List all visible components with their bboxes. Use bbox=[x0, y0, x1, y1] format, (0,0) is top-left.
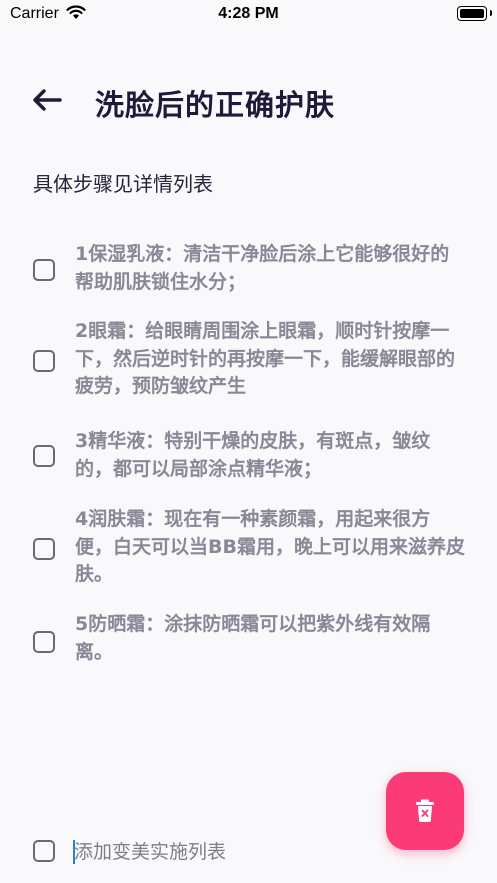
list-item: 1保湿乳液：清洁干净脸后涂上它能够很好的帮助肌肤锁住水分； bbox=[0, 230, 497, 320]
subtitle: 具体步骤见详情列表 bbox=[33, 172, 213, 196]
todo-checkbox[interactable] bbox=[33, 631, 55, 653]
todo-checkbox[interactable] bbox=[33, 445, 55, 467]
text-caret bbox=[73, 840, 75, 864]
add-item-input[interactable] bbox=[72, 836, 376, 868]
todo-checkbox[interactable] bbox=[33, 538, 55, 560]
todo-list: 1保湿乳液：清洁干净脸后涂上它能够很好的帮助肌肤锁住水分； 2眼霜：给眼睛周围涂… bbox=[0, 230, 497, 686]
back-button[interactable] bbox=[28, 82, 64, 118]
page-title: 洗脸后的正确护肤 bbox=[95, 88, 336, 122]
list-item: 5防晒霜：涂抹防晒霜可以把紫外线有效隔离。 bbox=[0, 613, 497, 686]
todo-text: 2眼霜：给眼睛周围涂上眼霜，顺时针按摩一下，然后逆时针的再按摩一下，能缓解眼部的… bbox=[75, 320, 456, 397]
todo-text: 4润肤霜：现在有一种素颜霜，用起来很方便，白天可以当BB霜用，晚上可以用来滋养皮… bbox=[75, 508, 465, 585]
status-bar: Carrier 4:28 PM bbox=[0, 0, 497, 30]
trash-icon bbox=[416, 799, 434, 822]
todo-checkbox[interactable] bbox=[33, 350, 55, 372]
battery-icon bbox=[457, 6, 487, 21]
todo-text: 5防晒霜：涂抹防晒霜可以把紫外线有效隔离。 bbox=[75, 613, 431, 663]
list-item: 4润肤霜：现在有一种素颜霜，用起来很方便，白天可以当BB霜用，晚上可以用来滋养皮… bbox=[0, 508, 497, 616]
todo-checkbox[interactable] bbox=[33, 259, 55, 281]
list-item: 2眼霜：给眼睛周围涂上眼霜，顺时针按摩一下，然后逆时针的再按摩一下，能缓解眼部的… bbox=[0, 320, 497, 438]
todo-text: 3精华液：特别干燥的皮肤，有斑点，皱纹的，都可以局部涂点精华液； bbox=[75, 430, 431, 480]
clock: 4:28 PM bbox=[218, 5, 279, 22]
header: 洗脸后的正确护肤 bbox=[0, 70, 497, 130]
todo-text: 1保湿乳液：清洁干净脸后涂上它能够很好的帮助肌肤锁住水分； bbox=[75, 243, 450, 293]
add-checkbox[interactable] bbox=[33, 840, 55, 862]
add-row bbox=[0, 830, 497, 874]
arrow-left-icon bbox=[33, 89, 62, 111]
